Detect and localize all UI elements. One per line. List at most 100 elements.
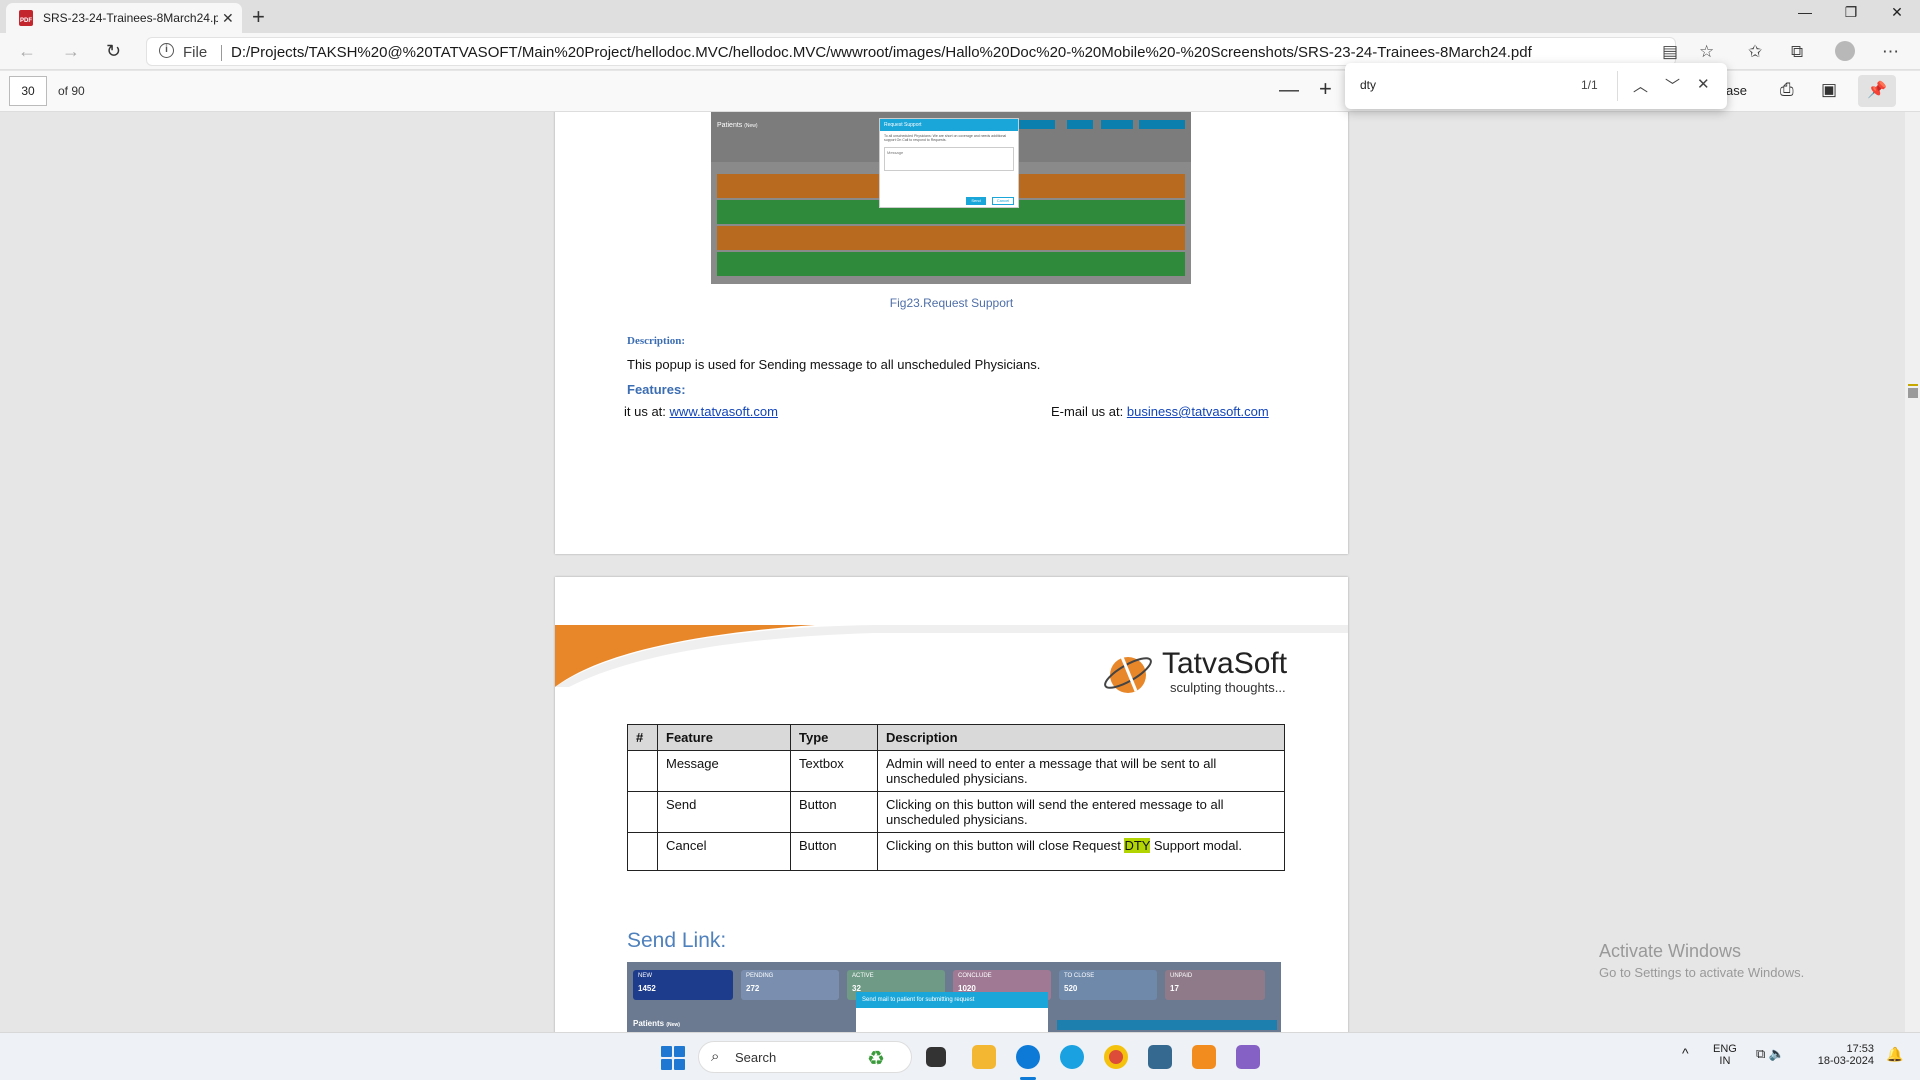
edge-icon[interactable] <box>1016 1045 1040 1069</box>
read-aloud-icon[interactable]: ▤ <box>1662 42 1678 62</box>
screenshot-card: PENDING 272 <box>741 970 839 1000</box>
modal-cancel-button: Cancel <box>992 197 1014 205</box>
screenshot-card: TO CLOSE 520 <box>1059 970 1157 1000</box>
section-heading: Send Link: <box>627 929 727 952</box>
close-tab-icon[interactable]: ✕ <box>222 10 234 27</box>
find-result-marker <box>1908 384 1918 386</box>
notification-bell-icon[interactable]: 🔔 <box>1886 1046 1903 1063</box>
col-type-header: Type <box>790 724 878 751</box>
close-icon[interactable]: ✕ <box>1697 75 1710 93</box>
pdf-viewer[interactable]: Patients (New) Request Support To all un… <box>0 112 1905 1032</box>
screenshot-button <box>1101 120 1133 129</box>
find-count: 1/1 <box>1581 78 1598 92</box>
visual-studio-icon[interactable] <box>1236 1045 1260 1069</box>
info-icon[interactable]: i <box>159 43 174 58</box>
screenshot-row <box>717 226 1185 250</box>
cell-type: Button <box>790 832 878 871</box>
table-row: Cancel Button Clicking on this button wi… <box>627 832 1285 871</box>
forward-icon[interactable]: → <box>62 41 80 62</box>
tab-title: SRS-23-24-Trainees-8March24.p <box>43 11 218 25</box>
scroll-thumb[interactable] <box>1908 388 1918 398</box>
print-icon[interactable]: ⎙ <box>1780 80 1794 100</box>
recycle-icon: ♻ <box>867 1048 885 1070</box>
logo-name: TatvaSoft <box>1162 647 1288 680</box>
cell-feature: Cancel <box>657 832 791 871</box>
toolbar-label-fragment: ase <box>1726 83 1747 98</box>
restore-icon[interactable]: ❐ <box>1828 0 1874 24</box>
chrome-icon[interactable] <box>1104 1045 1128 1069</box>
chevron-up-icon[interactable]: ^ <box>1682 1045 1689 1061</box>
minimize-icon[interactable]: — <box>1782 0 1828 24</box>
zoom-in-icon[interactable]: + <box>1319 76 1332 102</box>
logo-tagline: sculpting thoughts... <box>1170 680 1286 695</box>
col-feature-header: Feature <box>657 724 791 751</box>
screenshot-row <box>717 252 1185 276</box>
tab-strip: PDF SRS-23-24-Trainees-8March24.p ✕ + — … <box>0 0 1920 33</box>
col-number-header: # <box>627 724 658 751</box>
page-number-input[interactable]: 30 <box>9 76 47 106</box>
table-row: Message Textbox Admin will need to enter… <box>627 750 1285 792</box>
task-view-icon[interactable] <box>926 1047 946 1067</box>
description-heading: Description: <box>627 335 686 347</box>
pdf-page: Patients (New) Request Support To all un… <box>555 112 1348 554</box>
request-support-screenshot: Patients (New) Request Support To all un… <box>711 112 1191 284</box>
features-heading: Features: <box>627 382 686 397</box>
close-window-icon[interactable]: ✕ <box>1874 0 1920 24</box>
cell-feature: Send <box>657 791 791 833</box>
zoom-out-icon[interactable]: — <box>1279 79 1299 102</box>
save-icon[interactable]: ▣ <box>1821 80 1837 100</box>
pin-toolbar-icon[interactable]: 📌 <box>1858 75 1896 107</box>
chevron-up-icon[interactable]: ︿ <box>1633 75 1648 96</box>
language-indicator[interactable]: ENG IN <box>1713 1043 1737 1067</box>
search-placeholder: Search <box>735 1050 777 1065</box>
address-bar[interactable]: i File D:/Projects/TAKSH%20@%20TATVASOFT… <box>146 37 1676 66</box>
clock[interactable]: 17:53 18-03-2024 <box>1810 1043 1874 1067</box>
cell-number <box>627 832 658 871</box>
more-options-icon[interactable]: ⋯ <box>1882 42 1899 62</box>
browser-tab[interactable]: PDF SRS-23-24-Trainees-8March24.p ✕ <box>6 3 242 33</box>
cell-description: Clicking on this button will send the en… <box>877 791 1285 833</box>
screenshot-button <box>1139 120 1185 129</box>
screenshot-button-row <box>1057 1020 1277 1030</box>
email-link[interactable]: business@tatvasoft.com <box>1127 404 1269 419</box>
website-link[interactable]: www.tatvasoft.com <box>670 404 778 419</box>
find-input[interactable]: dty <box>1360 78 1376 92</box>
send-link-screenshot: NEW 1452 PENDING 272 ACTIVE 32 CONCLUDE 1020… <box>627 962 1281 1032</box>
figure-caption: Fig23.Request Support <box>889 296 1014 310</box>
cell-type: Textbox <box>790 750 878 792</box>
screenshot-card: NEW 1452 <box>633 970 733 1000</box>
network-sound-icon[interactable]: ⧉ 🔈 <box>1756 1046 1785 1062</box>
cell-description: Admin will need to enter a message that … <box>877 750 1285 792</box>
cell-number <box>627 791 658 833</box>
footer-visit: it us at: www.tatvasoft.com <box>624 404 778 419</box>
back-icon[interactable]: ← <box>18 41 36 62</box>
cell-feature: Message <box>657 750 791 792</box>
find-bar: dty 1/1 ︿ ﹀ ✕ <box>1345 63 1727 109</box>
table-header-row: # Feature Type Description <box>627 724 1285 751</box>
cell-description: Clicking on this button will close Reque… <box>877 832 1285 871</box>
request-support-modal: Request Support To all unscheduled Physi… <box>879 118 1019 208</box>
chevron-down-icon[interactable]: ﹀ <box>1665 75 1680 96</box>
divider <box>221 45 222 61</box>
taskbar: ⌕ Search ♻ ^ ENG IN ⧉ 🔈 17:53 18-03-2024 🔔 <box>0 1032 1920 1080</box>
screenshot-title: Patients (New) <box>717 122 758 129</box>
skype-icon[interactable] <box>1060 1045 1084 1069</box>
file-explorer-icon[interactable] <box>972 1045 996 1069</box>
pdf-file-icon: PDF <box>19 10 33 26</box>
activate-windows-title: Activate Windows <box>1599 941 1742 961</box>
modal-title: Request Support <box>880 119 1018 131</box>
screenshot-card: UNPAID 17 <box>1165 970 1265 1000</box>
footer-email: E-mail us at: business@tatvasoft.com <box>1051 404 1269 419</box>
favorite-star-icon[interactable]: ☆ <box>1699 42 1714 62</box>
windows-start-icon[interactable] <box>661 1046 685 1070</box>
new-tab-icon[interactable]: + <box>252 4 265 30</box>
taskbar-search[interactable]: ⌕ Search ♻ <box>698 1041 912 1073</box>
postgresql-icon[interactable] <box>1148 1045 1172 1069</box>
url-text[interactable]: D:/Projects/TAKSH%20@%20TATVASOFT/Main%2… <box>231 44 1532 61</box>
media-player-icon[interactable] <box>1192 1045 1216 1069</box>
collections-icon[interactable]: ⧉ <box>1791 42 1803 62</box>
vertical-scrollbar[interactable] <box>1905 112 1920 1032</box>
refresh-icon[interactable]: ↻ <box>106 41 121 62</box>
profile-avatar[interactable] <box>1835 41 1855 61</box>
favorites-list-icon[interactable]: ✩ <box>1748 42 1762 62</box>
